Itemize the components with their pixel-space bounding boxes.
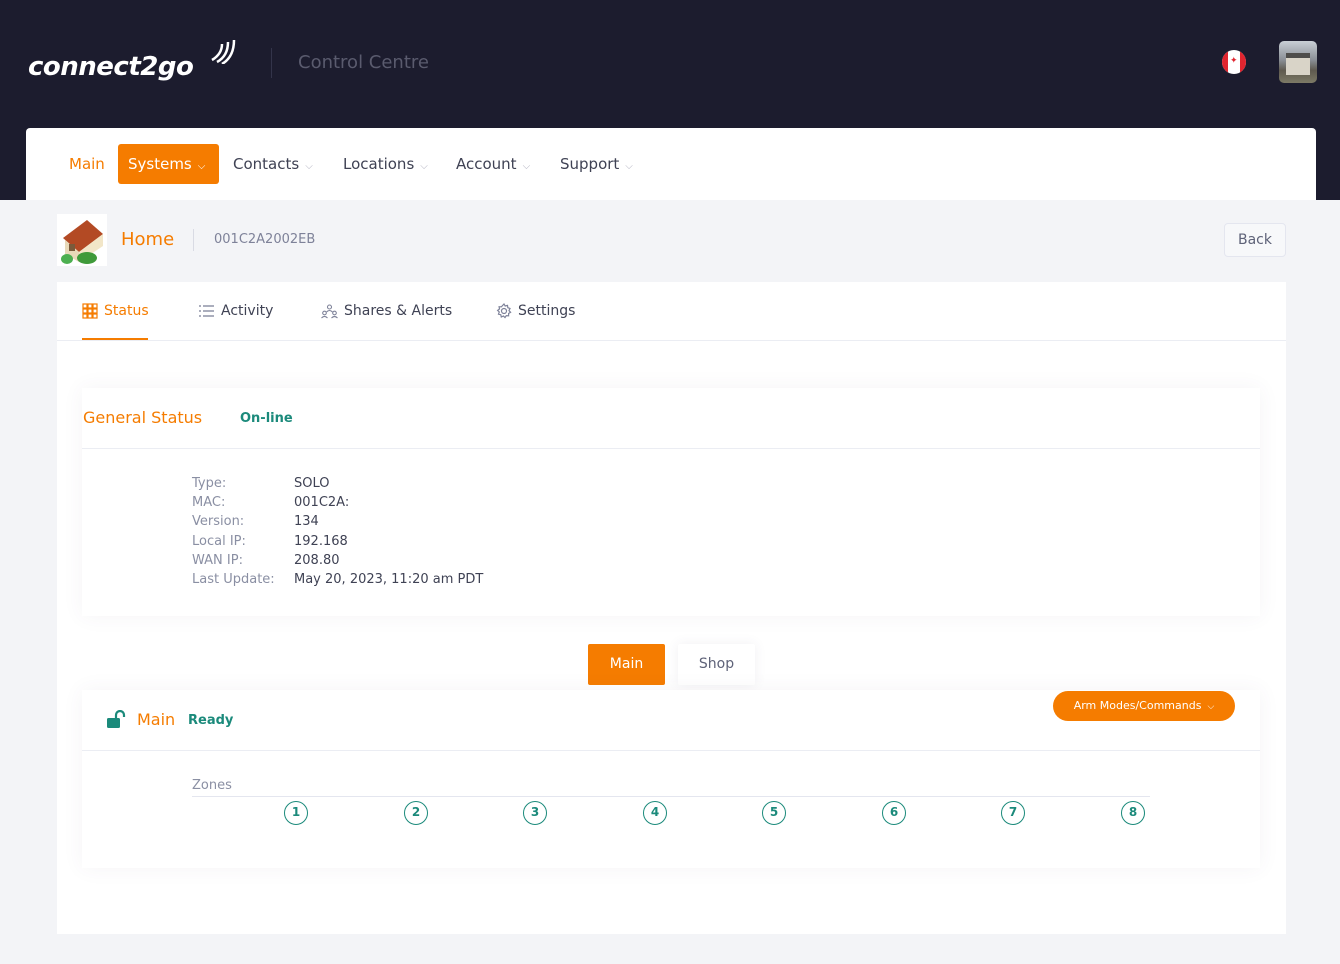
- wan-ip-label: WAN IP:: [192, 553, 243, 568]
- wan-ip-value: 208.80: [294, 553, 340, 568]
- nav-support[interactable]: Support ⌵: [550, 144, 643, 184]
- zone-2[interactable]: 2: [404, 801, 428, 825]
- nav-main[interactable]: Main: [59, 144, 115, 184]
- nav-account-label: Account: [456, 155, 517, 173]
- tab-activity[interactable]: Activity: [198, 300, 273, 322]
- nav-locations[interactable]: Locations ⌵: [333, 144, 438, 184]
- canada-flag-icon[interactable]: ✦: [1222, 50, 1246, 74]
- system-id: 001C2A2002EB: [214, 232, 316, 247]
- main-nav: Main Systems ⌵ Contacts ⌵ Locations ⌵ Accou…: [26, 128, 1316, 200]
- status-badge: On-line: [240, 411, 293, 426]
- wireless-icon: [211, 40, 236, 64]
- tab-activity-label: Activity: [221, 303, 274, 319]
- nav-support-label: Support: [560, 155, 620, 173]
- tab-shares-label: Shares & Alerts: [344, 303, 453, 319]
- last-update-label: Last Update:: [192, 572, 275, 587]
- tab-status-label: Status: [104, 303, 149, 319]
- back-button[interactable]: Back: [1224, 223, 1286, 257]
- zones-label: Zones: [192, 778, 232, 793]
- zones-divider: [192, 796, 1150, 797]
- nav-systems[interactable]: Systems ⌵: [118, 144, 219, 184]
- tab-status[interactable]: Status: [82, 300, 149, 322]
- nav-systems-label: Systems: [128, 155, 192, 173]
- list-icon: [199, 305, 214, 317]
- partition-state: Ready: [188, 713, 234, 728]
- tabs-divider: [57, 340, 1286, 341]
- partition-main-button[interactable]: Main: [588, 644, 665, 685]
- mac-label: MAC:: [192, 495, 226, 510]
- partition-name: Main: [137, 710, 176, 729]
- general-status-title: General Status: [83, 408, 203, 427]
- nav-account[interactable]: Account ⌵: [446, 144, 540, 184]
- type-label: Type:: [192, 476, 227, 491]
- nav-locations-label: Locations: [343, 155, 415, 173]
- logo-text: connect2go: [28, 52, 194, 82]
- tab-settings-label: Settings: [518, 303, 576, 319]
- zone-6[interactable]: 6: [882, 801, 906, 825]
- grid-icon: [82, 303, 98, 319]
- chevron-down-icon: ⌵: [420, 161, 428, 172]
- arm-modes-button[interactable]: Arm Modes/Commands ⌵: [1053, 691, 1235, 721]
- connect2go-logo[interactable]: connect2go: [28, 40, 243, 90]
- unlocked-icon: [107, 710, 126, 728]
- chevron-down-icon: ⌵: [522, 161, 531, 172]
- local-ip-value: 192.168: [294, 534, 348, 549]
- local-ip-label: Local IP:: [192, 534, 246, 549]
- zone-1[interactable]: 1: [284, 801, 308, 825]
- zone-4[interactable]: 4: [643, 801, 667, 825]
- tab-settings[interactable]: Settings: [496, 300, 575, 322]
- nav-contacts[interactable]: Contacts ⌵: [223, 144, 323, 184]
- zone-8[interactable]: 8: [1121, 801, 1145, 825]
- zone-3[interactable]: 3: [523, 801, 547, 825]
- nav-main-label: Main: [69, 155, 105, 173]
- partition-shop-button[interactable]: Shop: [678, 644, 755, 685]
- chevron-down-icon: ⌵: [625, 161, 633, 172]
- nav-contacts-label: Contacts: [233, 155, 300, 173]
- chevron-down-icon: ⌵: [305, 161, 313, 172]
- app-title: Control Centre: [298, 52, 429, 73]
- zone-7[interactable]: 7: [1001, 801, 1025, 825]
- header-divider: [271, 48, 272, 78]
- chevron-down-icon: ⌵: [1207, 702, 1215, 712]
- system-divider: [193, 229, 194, 251]
- chevron-down-icon: ⌵: [197, 161, 206, 172]
- user-avatar[interactable]: [1279, 41, 1317, 83]
- house-icon: [57, 214, 107, 266]
- zone-5[interactable]: 5: [762, 801, 786, 825]
- version-label: Version:: [192, 514, 245, 529]
- system-name: Home: [121, 229, 175, 250]
- last-update-value: May 20, 2023, 11:20 am PDT: [294, 572, 484, 587]
- arm-modes-label: Arm Modes/Commands: [1073, 699, 1202, 712]
- type-value: SOLO: [294, 476, 330, 491]
- gear-icon: [496, 303, 512, 319]
- mac-value: 001C2A:: [294, 495, 350, 510]
- version-value: 134: [294, 514, 319, 529]
- system-panel: Status Activity Shares & Alerts Settings…: [57, 282, 1286, 934]
- people-icon: [321, 303, 338, 318]
- tab-shares-alerts[interactable]: Shares & Alerts: [321, 300, 452, 322]
